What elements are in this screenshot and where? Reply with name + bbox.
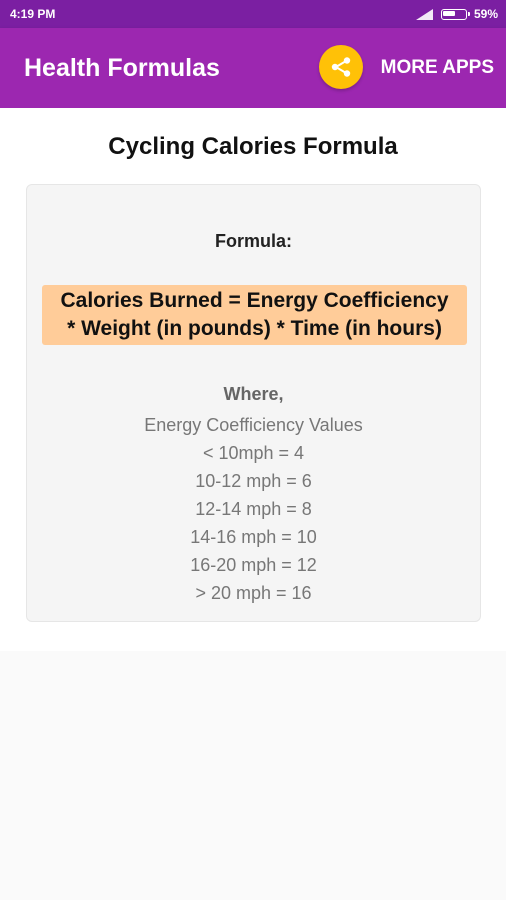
app-bar: Health Formulas MORE APPS <box>0 28 506 108</box>
status-indicators: 59% <box>415 7 498 21</box>
signal-icon <box>415 8 433 20</box>
share-button[interactable] <box>319 45 363 89</box>
share-icon <box>331 57 351 77</box>
main-content: Cycling Calories Formula Formula: Calori… <box>0 108 506 651</box>
formula-box: Calories Burned = Energy Coefficiency * … <box>42 285 467 345</box>
value-item: > 20 mph = 16 <box>195 583 312 603</box>
battery-percent: 59% <box>473 7 498 21</box>
value-item: 14-16 mph = 10 <box>190 527 317 547</box>
formula-label: Formula: <box>214 231 292 251</box>
value-item: 16-20 mph = 12 <box>190 555 317 575</box>
page-title: Cycling Calories Formula <box>108 133 398 160</box>
battery-level-fill <box>443 11 456 16</box>
formula-card: Formula: Calories Burned = Energy Coeffi… <box>26 184 481 622</box>
value-item: < 10mph = 4 <box>202 443 305 463</box>
value-item: 10-12 mph = 6 <box>195 471 312 491</box>
values-heading: Energy Coefficiency Values <box>144 415 363 435</box>
status-bar: 4:19 PM 59% <box>0 0 506 28</box>
more-apps-button[interactable]: MORE APPS <box>381 57 494 79</box>
formula-line-1: Calories Burned = Energy Coefficiency <box>60 289 449 312</box>
status-time: 4:19 PM <box>10 7 56 21</box>
value-item: 12-14 mph = 8 <box>195 499 312 519</box>
formula-line-2: * Weight (in pounds) * Time (in hours) <box>67 317 442 340</box>
app-title: Health Formulas <box>24 54 220 82</box>
values-list: Energy Coefficiency Values < 10mph = 4 1… <box>27 411 480 607</box>
where-label: Where, <box>223 384 284 404</box>
battery-icon <box>440 8 470 20</box>
